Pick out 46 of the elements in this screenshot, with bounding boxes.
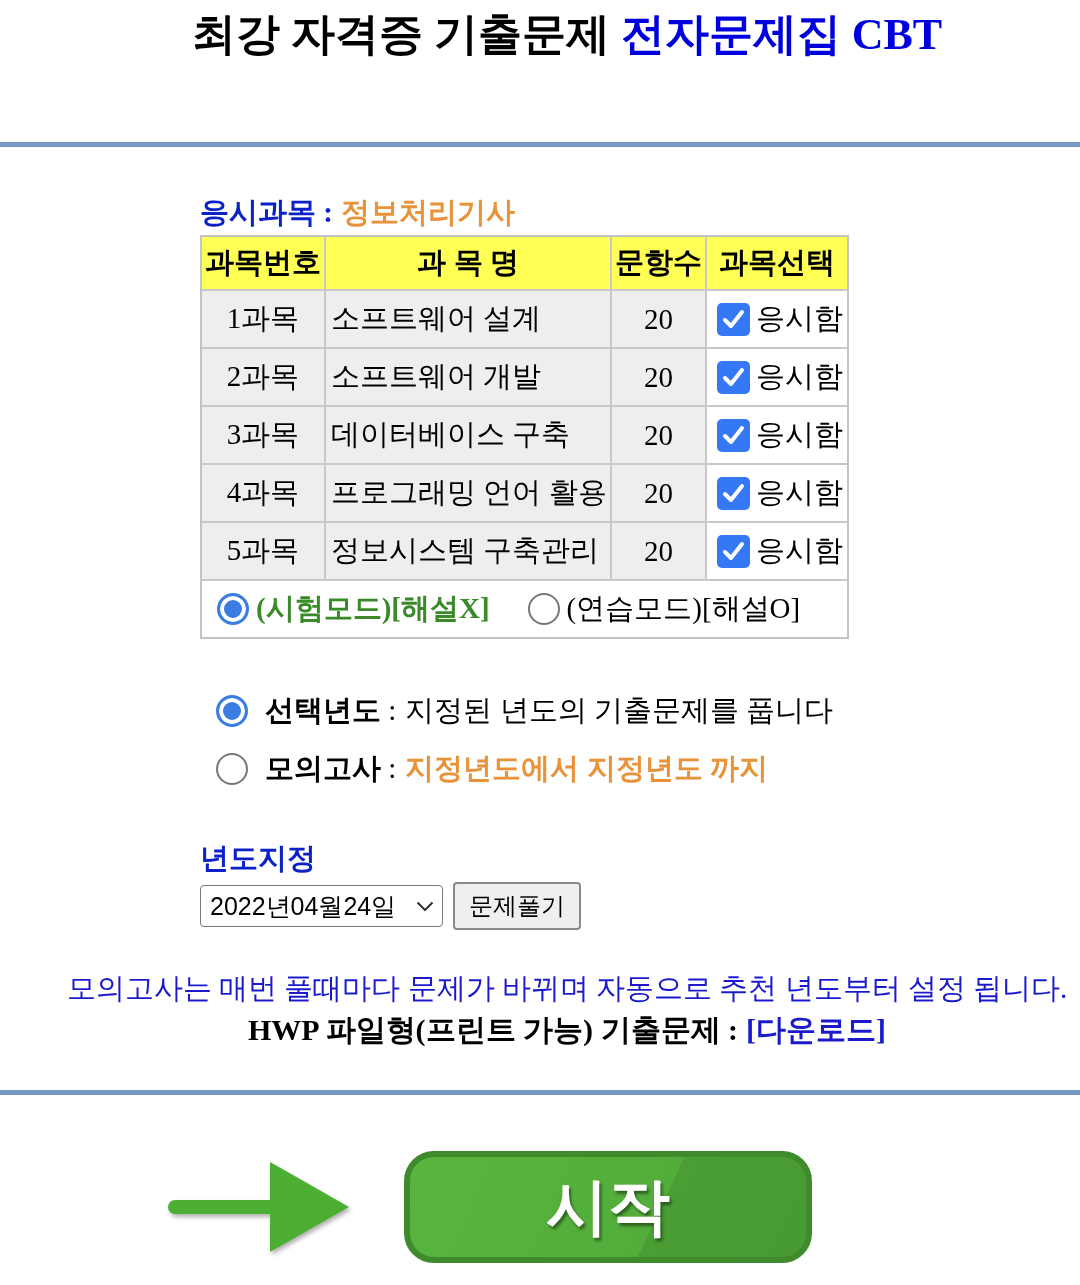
year-select[interactable]: 2022년04월24일	[200, 885, 443, 927]
download-text: HWP 파일형(프린트 가능) 기출문제 :	[248, 1012, 738, 1048]
checkbox[interactable]	[717, 302, 750, 336]
table-cell: 프로그래밍 언어 활용	[326, 465, 610, 521]
radio-button[interactable]	[216, 753, 248, 785]
chevron-down-icon	[416, 900, 434, 912]
notice-text: 모의고사는 매번 풀때마다 문제가 바뀌며 자동으로 추천 년도부터 설정 됩니다.	[66, 971, 1068, 1006]
table-cell: 소프트웨어 개발	[326, 349, 610, 405]
table-cell: 데이터베이스 구축	[326, 407, 610, 463]
radio-button[interactable]	[527, 593, 560, 625]
table-cell: 20	[612, 465, 705, 521]
radio-label[interactable]: (시험모드)[해설X]	[256, 589, 490, 629]
radio-label[interactable]: (연습모드)[해설O]	[566, 589, 801, 629]
column-header: 과 목 명	[326, 237, 610, 289]
table-cell: 소프트웨어 설계	[326, 291, 610, 347]
checkbox[interactable]	[717, 476, 750, 510]
column-header: 문항수	[612, 237, 705, 289]
download-link[interactable]: [다운로드]	[746, 1009, 886, 1051]
subject-label: 응시과목 :	[200, 196, 333, 228]
subject-name: 정보처리기사	[340, 196, 515, 228]
checkbox[interactable]	[717, 418, 750, 452]
arrow-icon	[165, 1160, 351, 1254]
page-title-highlight: 전자문제집 CBT	[620, 10, 943, 59]
table-cell: 4과목	[202, 465, 324, 521]
table-cell: 20	[612, 349, 705, 405]
table-cell: 정보시스템 구축관리	[326, 523, 610, 579]
table-cell: 2과목	[202, 349, 324, 405]
column-header: 과목번호	[202, 237, 324, 289]
column-header: 과목선택	[707, 237, 847, 289]
page-title: 최강 자격증 기출문제	[191, 10, 610, 59]
option-description: 지정년도에서 지정년도 까지	[405, 751, 768, 786]
year-label: 년도지정	[200, 842, 316, 874]
table-cell: 1과목	[202, 291, 324, 347]
radio-button[interactable]	[217, 593, 249, 625]
checkbox[interactable]	[717, 534, 750, 568]
option-description: 지정된 년도의 기출문제를 풉니다	[405, 693, 834, 728]
table-cell: 20	[612, 291, 705, 347]
table-cell: 5과목	[202, 523, 324, 579]
radio-button[interactable]	[216, 695, 248, 727]
radio-label[interactable]: 모의고사 :	[265, 749, 397, 789]
table-cell: 20	[612, 523, 705, 579]
checkbox[interactable]	[717, 360, 750, 394]
radio-label[interactable]: 선택년도 :	[265, 691, 397, 731]
table-cell: 20	[612, 407, 705, 463]
solve-button[interactable]: 문제풀기	[453, 882, 581, 930]
table-cell: 3과목	[202, 407, 324, 463]
